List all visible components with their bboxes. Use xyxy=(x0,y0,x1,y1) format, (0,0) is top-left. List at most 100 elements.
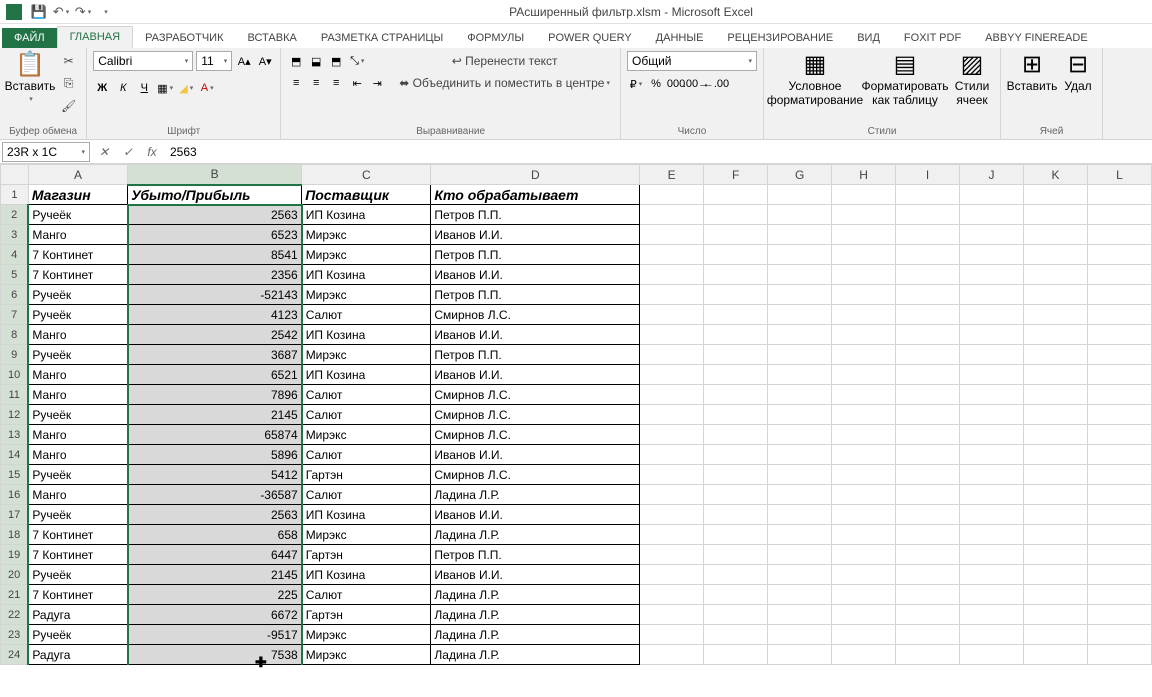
cell-A21[interactable]: 7 Континет xyxy=(28,585,127,605)
cell-H8[interactable] xyxy=(832,325,896,345)
cell-K5[interactable] xyxy=(1023,265,1087,285)
cell-D19[interactable]: Петров П.П. xyxy=(431,545,640,565)
cell-F14[interactable] xyxy=(704,445,768,465)
cell-K20[interactable] xyxy=(1023,565,1087,585)
cell-B9[interactable]: 3687 xyxy=(128,345,302,365)
cell-I24[interactable] xyxy=(896,645,960,665)
cell-J16[interactable] xyxy=(960,485,1024,505)
cell-F2[interactable] xyxy=(704,205,768,225)
cell-H3[interactable] xyxy=(832,225,896,245)
cell-A22[interactable]: Радуга xyxy=(28,605,127,625)
cell-G17[interactable] xyxy=(768,505,832,525)
cell-G9[interactable] xyxy=(768,345,832,365)
cell-B16[interactable]: -36587 xyxy=(128,485,302,505)
delete-cells-button[interactable]: ⊟Удал xyxy=(1060,51,1096,95)
cell-C24[interactable]: Мирэкс xyxy=(302,645,431,665)
col-header-H[interactable]: H xyxy=(832,165,896,185)
cell-E8[interactable] xyxy=(640,325,704,345)
cell-G2[interactable] xyxy=(768,205,832,225)
cell-G21[interactable] xyxy=(768,585,832,605)
row-header-15[interactable]: 15 xyxy=(1,465,29,485)
cell-L2[interactable] xyxy=(1087,205,1151,225)
cell-H20[interactable] xyxy=(832,565,896,585)
cell-A3[interactable]: Манго xyxy=(28,225,127,245)
cell-H6[interactable] xyxy=(832,285,896,305)
undo-icon[interactable]: ↶▾ xyxy=(50,2,72,22)
cell-E20[interactable] xyxy=(640,565,704,585)
cell-F9[interactable] xyxy=(704,345,768,365)
cell-J9[interactable] xyxy=(960,345,1024,365)
cell-K14[interactable] xyxy=(1023,445,1087,465)
worksheet[interactable]: ABCDEFGHIJKL1 Магазин Убыто/Прибыль Пост… xyxy=(0,164,1152,697)
cell-I23[interactable] xyxy=(896,625,960,645)
align-right-button[interactable]: ≡ xyxy=(327,73,345,93)
cell-A16[interactable]: Манго xyxy=(28,485,127,505)
cell-I16[interactable] xyxy=(896,485,960,505)
cell-J17[interactable] xyxy=(960,505,1024,525)
cell-I19[interactable] xyxy=(896,545,960,565)
cell-G20[interactable] xyxy=(768,565,832,585)
cell-H22[interactable] xyxy=(832,605,896,625)
cell-E5[interactable] xyxy=(640,265,704,285)
cell-L4[interactable] xyxy=(1087,245,1151,265)
decrease-indent-button[interactable]: ⇤ xyxy=(348,73,366,93)
cell-E17[interactable] xyxy=(640,505,704,525)
cell-E14[interactable] xyxy=(640,445,704,465)
cell-G8[interactable] xyxy=(768,325,832,345)
cell-G11[interactable] xyxy=(768,385,832,405)
select-all-corner[interactable] xyxy=(1,165,29,185)
cell-A1[interactable]: Магазин xyxy=(28,185,127,205)
cell-A8[interactable]: Манго xyxy=(28,325,127,345)
cell-L5[interactable] xyxy=(1087,265,1151,285)
cell-G1[interactable] xyxy=(768,185,832,205)
cell-K18[interactable] xyxy=(1023,525,1087,545)
row-header-22[interactable]: 22 xyxy=(1,605,29,625)
cell-H4[interactable] xyxy=(832,245,896,265)
cell-C6[interactable]: Мирэкс xyxy=(302,285,431,305)
cell-I1[interactable] xyxy=(896,185,960,205)
conditional-format-button[interactable]: ▦Условное форматирование xyxy=(770,51,860,109)
cell-G19[interactable] xyxy=(768,545,832,565)
name-box[interactable]: 23R x 1C▾ xyxy=(2,142,90,162)
cell-C22[interactable]: Гартэн xyxy=(302,605,431,625)
cell-I20[interactable] xyxy=(896,565,960,585)
cell-D10[interactable]: Иванов И.И. xyxy=(431,365,640,385)
align-bottom-button[interactable]: ⬒ xyxy=(327,51,345,71)
cell-F19[interactable] xyxy=(704,545,768,565)
cell-K4[interactable] xyxy=(1023,245,1087,265)
cell-I7[interactable] xyxy=(896,305,960,325)
cell-B15[interactable]: 5412 xyxy=(128,465,302,485)
cell-J21[interactable] xyxy=(960,585,1024,605)
cell-E4[interactable] xyxy=(640,245,704,265)
cell-L16[interactable] xyxy=(1087,485,1151,505)
cell-B2[interactable]: 2563 xyxy=(128,205,302,225)
col-header-D[interactable]: D xyxy=(431,165,640,185)
row-header-20[interactable]: 20 xyxy=(1,565,29,585)
bold-button[interactable]: Ж xyxy=(93,78,111,98)
cell-F16[interactable] xyxy=(704,485,768,505)
cell-I13[interactable] xyxy=(896,425,960,445)
cell-L6[interactable] xyxy=(1087,285,1151,305)
merge-center-button[interactable]: ⬌ Объединить и поместить в центре▾ xyxy=(395,73,614,93)
cell-E19[interactable] xyxy=(640,545,704,565)
cell-G12[interactable] xyxy=(768,405,832,425)
cell-F4[interactable] xyxy=(704,245,768,265)
cell-K7[interactable] xyxy=(1023,305,1087,325)
tab-review[interactable]: РЕЦЕНЗИРОВАНИЕ xyxy=(715,28,845,48)
cell-L3[interactable] xyxy=(1087,225,1151,245)
cell-H2[interactable] xyxy=(832,205,896,225)
decrease-font-button[interactable]: A▾ xyxy=(256,51,274,71)
cell-B4[interactable]: 8541 xyxy=(128,245,302,265)
cell-K15[interactable] xyxy=(1023,465,1087,485)
cell-B11[interactable]: 7896 xyxy=(128,385,302,405)
cell-G15[interactable] xyxy=(768,465,832,485)
cell-E12[interactable] xyxy=(640,405,704,425)
cell-J3[interactable] xyxy=(960,225,1024,245)
cell-B10[interactable]: 6521 xyxy=(128,365,302,385)
cell-A14[interactable]: Манго xyxy=(28,445,127,465)
cell-C7[interactable]: Салют xyxy=(302,305,431,325)
col-header-E[interactable]: E xyxy=(640,165,704,185)
cell-A12[interactable]: Ручеёк xyxy=(28,405,127,425)
cell-D3[interactable]: Иванов И.И. xyxy=(431,225,640,245)
row-header-11[interactable]: 11 xyxy=(1,385,29,405)
